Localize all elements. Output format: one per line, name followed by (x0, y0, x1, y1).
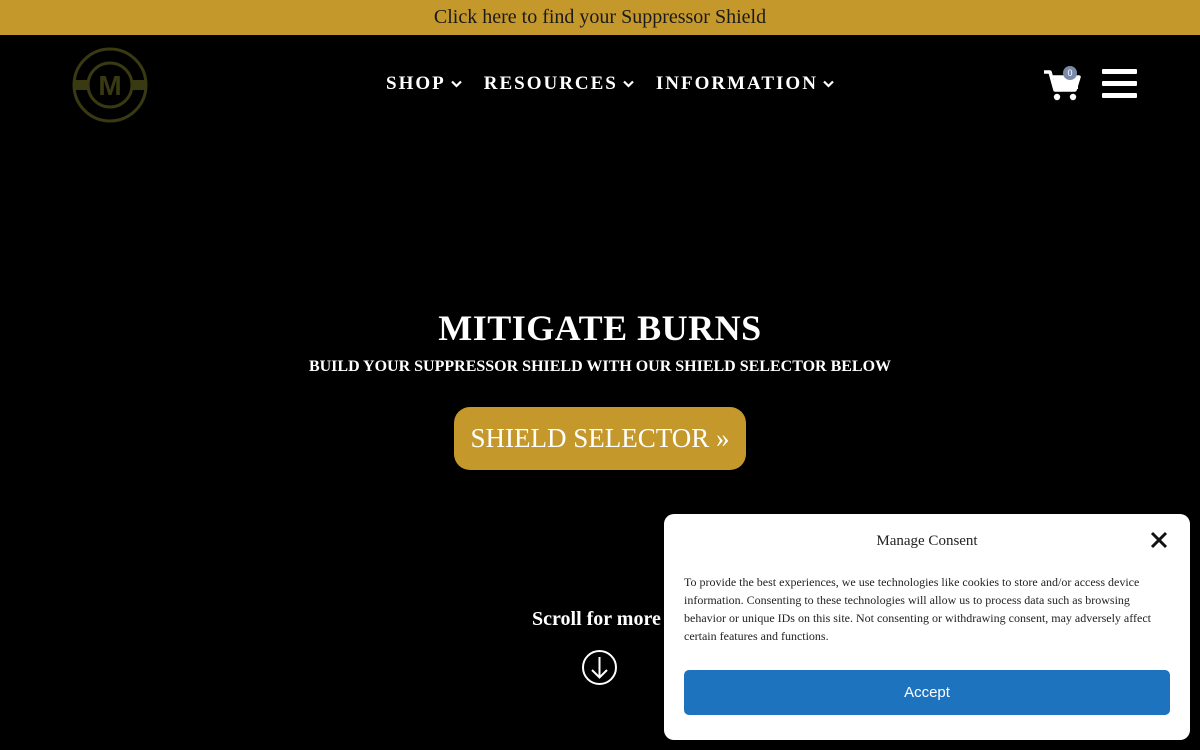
nav-item-resources[interactable]: RESOURCES (484, 73, 634, 95)
accept-button[interactable]: Accept (684, 670, 1170, 715)
consent-description: To provide the best experiences, we use … (684, 575, 1151, 643)
announcement-bar[interactable]: Click here to find your Suppressor Shiel… (0, 0, 1200, 35)
logo-icon[interactable]: M (72, 47, 148, 123)
site-header: M SHOP RESOURCES INFORMATION 0 (0, 35, 1200, 135)
cookie-consent-dialog: Manage Consent To provide the best exper… (664, 514, 1190, 740)
cart-count-badge: 0 (1063, 66, 1077, 80)
close-icon[interactable] (1150, 531, 1168, 549)
arrow-down-circle-icon[interactable] (581, 649, 618, 686)
scroll-label: Scroll for more (532, 608, 661, 630)
announcement-text[interactable]: Click here to find your Suppressor Shiel… (434, 6, 766, 29)
main-nav: SHOP RESOURCES INFORMATION (386, 73, 834, 95)
nav-item-information[interactable]: INFORMATION (656, 73, 834, 95)
cart-button[interactable]: 0 (1043, 66, 1083, 102)
nav-item-label: SHOP (386, 73, 446, 94)
nav-item-label: RESOURCES (483, 73, 618, 94)
chevron-down-icon (623, 80, 634, 88)
logo-letter: M (98, 70, 121, 101)
hero-title: MITIGATE BURNS (438, 308, 762, 348)
hero-subtitle: BUILD YOUR SUPPRESSOR SHIELD WITH OUR SH… (308, 358, 892, 375)
consent-title: Manage Consent (876, 533, 978, 549)
hero-section: MITIGATE BURNS BUILD YOUR SUPPRESSOR SHI… (0, 300, 1200, 470)
shield-selector-button[interactable]: SHIELD SELECTOR » (454, 407, 746, 470)
nav-item-label: INFORMATION (655, 73, 818, 94)
hamburger-menu-icon[interactable] (1102, 69, 1138, 101)
chevron-down-icon (823, 80, 834, 88)
nav-item-shop[interactable]: SHOP (386, 73, 462, 95)
chevron-down-icon (450, 80, 462, 88)
